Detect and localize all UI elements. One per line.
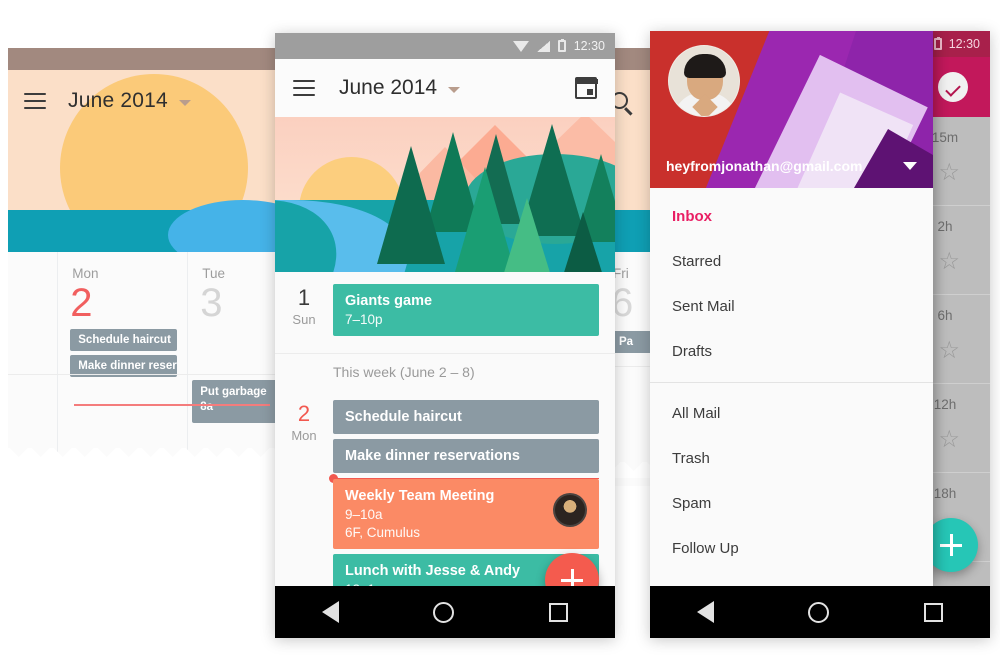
home-circle-icon[interactable]: [808, 601, 830, 623]
event-location: 6F, Cumulus: [345, 525, 421, 540]
tree-shape: [503, 198, 551, 272]
recents-square-icon[interactable]: [923, 602, 943, 622]
tree-shape: [561, 212, 605, 272]
event-chip[interactable]: Put garbage 8a: [192, 380, 288, 423]
signal-icon: [536, 40, 550, 52]
day-of-week-label: Tue: [202, 266, 226, 281]
drawer-item-follow-up[interactable]: Follow Up: [650, 526, 933, 571]
star-outline-icon[interactable]: ☆: [938, 339, 960, 363]
account-email: heyfromjonathan@gmail.com: [666, 158, 863, 174]
event-title: Make dinner reservations: [345, 448, 520, 464]
drawer-divider: [650, 382, 933, 383]
agenda-day-row: 1 Sun Giants game 7–10p: [275, 272, 615, 354]
mid-status-bar: 12:30: [275, 33, 615, 59]
drawer-item-spam[interactable]: Spam: [650, 481, 933, 526]
battery-icon: [557, 39, 566, 52]
drawer-item-label: Sent Mail: [672, 298, 735, 315]
drawer-item-label: Follow Up: [672, 540, 739, 557]
star-outline-icon[interactable]: ☆: [938, 250, 960, 274]
left-app-bar: June 2014: [8, 70, 288, 132]
current-time-line: [74, 404, 270, 406]
mid-nav-bar: [275, 586, 615, 638]
drawer-account-header[interactable]: heyfromjonathan@gmail.com: [650, 31, 933, 188]
recents-square-icon[interactable]: [548, 602, 568, 622]
event-title: Giants game: [345, 293, 433, 309]
day-column-mon[interactable]: Mon 2 Schedule haircut Make dinner reser…: [58, 252, 189, 464]
hamburger-icon[interactable]: [24, 93, 46, 109]
left-phone-calendar-month: June 2014 Mon 2 Schedule haircut Make di…: [8, 48, 288, 486]
mid-app-bar: June 2014: [275, 59, 615, 117]
avatar-hair: [684, 54, 726, 78]
left-header-illustration: June 2014: [8, 70, 288, 252]
drawer-item-label: Spam: [672, 495, 712, 512]
drawer-item-trash[interactable]: Trash: [650, 436, 933, 481]
drawer-item-label: All Mail: [672, 405, 721, 422]
event-title: Schedule haircut: [345, 409, 462, 425]
drawer-item-all-mail[interactable]: All Mail: [650, 391, 933, 436]
wifi-icon: [512, 40, 529, 52]
drawer-item-label: Inbox: [672, 208, 712, 225]
caret-down-icon[interactable]: [903, 162, 917, 170]
drawer-item-label: Trash: [672, 450, 710, 467]
star-outline-icon[interactable]: ☆: [938, 161, 960, 185]
day-number: 2: [297, 401, 311, 426]
drawer-item-drafts[interactable]: Drafts: [650, 329, 933, 374]
day-column-tue[interactable]: Tue 3 Put garbage 8a: [188, 252, 288, 464]
screenshot-stage: June 2014 Mon 2 Schedule haircut Make di…: [0, 0, 1000, 667]
day-number: 1: [297, 285, 311, 310]
caret-down-icon[interactable]: [178, 100, 191, 106]
drawer-item-sent-mail[interactable]: Sent Mail: [650, 284, 933, 329]
day-of-week-label: Sun: [292, 312, 316, 327]
right-phone-email-drawer: 12:30 15m ☆ 2h ☆ 6h ☆ 12h ☆ 18h heyfromj…: [650, 31, 990, 638]
navigation-drawer: heyfromjonathan@gmail.com Inbox Starred …: [650, 31, 933, 586]
status-time: 12:30: [948, 37, 980, 51]
event-title: Weekly Team Meeting: [345, 488, 495, 504]
agenda-date: 1 Sun: [275, 284, 333, 341]
left-page-title: June 2014: [68, 89, 168, 112]
hamburger-icon[interactable]: [293, 80, 315, 96]
mid-page-title: June 2014: [339, 76, 438, 99]
right-nav-bar: [650, 586, 990, 638]
event-chip-title: Put garbage: [200, 386, 267, 398]
left-status-bar: [8, 48, 288, 70]
day-number: 2: [70, 281, 93, 325]
agenda-date: 2 Mon: [275, 400, 333, 611]
tree-shape: [377, 146, 445, 264]
home-circle-icon[interactable]: [433, 601, 455, 623]
event-time: 7–10p: [345, 312, 383, 327]
event-card[interactable]: Weekly Team Meeting 9–10a 6F, Cumulus: [333, 479, 599, 549]
user-avatar[interactable]: [668, 45, 740, 117]
drawer-item-label: Drafts: [672, 343, 713, 360]
torn-paper-edge: [8, 448, 288, 464]
day-of-week-label: Mon: [291, 428, 317, 443]
day-of-week-label: Mon: [72, 266, 99, 281]
plus-icon: [940, 534, 962, 556]
caret-down-icon[interactable]: [448, 87, 461, 93]
star-outline-icon[interactable]: ☆: [938, 428, 960, 452]
event-time: 9–10a: [345, 507, 383, 522]
back-triangle-icon[interactable]: [322, 601, 340, 623]
event-chip[interactable]: Schedule haircut: [70, 329, 178, 351]
day-column-empty[interactable]: [8, 252, 59, 464]
back-triangle-icon[interactable]: [697, 601, 715, 623]
agenda-events: Giants game 7–10p: [333, 284, 599, 341]
week-label: This week (June 2 – 8): [275, 354, 615, 388]
mid-phone-calendar-agenda: 12:30 June 2014 1 Sun Giants game 7–10p …: [275, 33, 615, 638]
day-number: 3: [200, 281, 223, 325]
drawer-items: Inbox Starred Sent Mail Drafts All Mail …: [650, 188, 933, 571]
battery-icon: [933, 37, 942, 50]
check-circle-icon[interactable]: [938, 72, 968, 102]
drawer-item-starred[interactable]: Starred: [650, 239, 933, 284]
event-card[interactable]: Schedule haircut: [333, 400, 599, 434]
event-card[interactable]: Giants game 7–10p: [333, 284, 599, 336]
calendar-icon[interactable]: [574, 77, 598, 99]
left-month-grid: Mon 2 Schedule haircut Make dinner reser…: [8, 252, 288, 464]
drawer-item-inbox[interactable]: Inbox: [650, 194, 933, 239]
drawer-item-label: Starred: [672, 253, 722, 270]
attendee-avatar[interactable]: [553, 493, 587, 527]
status-time: 12:30: [573, 39, 605, 53]
grid-divider: [8, 374, 288, 375]
event-card[interactable]: Make dinner reservations: [333, 439, 599, 473]
mid-header-illustration: [275, 117, 615, 272]
